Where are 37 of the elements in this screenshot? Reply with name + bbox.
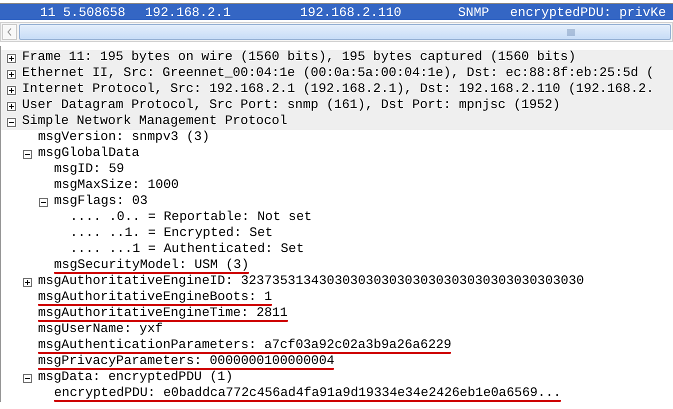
tree-item[interactable]: msgAuthoritativeEngineTime: 2811	[38, 306, 288, 322]
collapse-icon[interactable]	[23, 374, 32, 382]
tree-item[interactable]: msgAuthenticationParameters: a7cf03a92c02a3b9a26a6229	[38, 338, 452, 354]
tree-item[interactable]: msgFlags: 03	[54, 194, 148, 210]
packet-source: 192.168.2.1	[145, 4, 232, 20]
collapse-icon[interactable]	[7, 118, 16, 126]
packet-destination: 192.168.2.110	[300, 4, 402, 20]
tree-item[interactable]: .... ..1. = Encrypted: Set	[70, 226, 273, 242]
expand-icon[interactable]	[7, 102, 16, 110]
tree-item[interactable]: msgSecurityModel: USM (3)	[54, 258, 250, 274]
horizontal-scrollbar[interactable]	[0, 22, 673, 42]
grip-icon	[567, 28, 575, 36]
collapse-icon[interactable]	[39, 198, 48, 206]
tree-item[interactable]: .... ...1 = Authenticated: Set	[70, 242, 304, 258]
scroll-left-button[interactable]	[2, 24, 17, 40]
tree-item[interactable]: msgAuthoritativeEngineID: 32373531343030303030303030303030303030303030	[38, 274, 584, 290]
packet-time: 5.508658	[63, 4, 126, 20]
scrollbar-thumb[interactable]	[19, 24, 671, 40]
expand-icon[interactable]	[7, 70, 16, 78]
tree-item[interactable]: msgData: encryptedPDU (1)	[38, 370, 234, 386]
packet-info: encryptedPDU: privKe	[510, 4, 668, 20]
expand-icon[interactable]	[23, 278, 32, 286]
packet-row[interactable]: 11 5.508658 192.168.2.1 192.168.2.110 SNMP encryptedPDU: privKe	[0, 3, 673, 20]
tree-item[interactable]: .... .0.. = Reportable: Not set	[70, 210, 312, 226]
tree-item[interactable]: msgID: 59	[54, 162, 124, 178]
tree-item[interactable]: msgPrivacyParameters: 0000000100000004	[38, 354, 334, 370]
packet-protocol: SNMP	[458, 4, 490, 20]
expand-icon[interactable]	[7, 54, 16, 62]
collapse-icon[interactable]	[23, 150, 32, 158]
expand-icon[interactable]	[7, 86, 16, 94]
tree-item[interactable]: msgVersion: snmpv3 (3)	[38, 130, 210, 146]
tree-item[interactable]: msgMaxSize: 1000	[54, 178, 179, 194]
packet-number: 11	[40, 4, 57, 20]
tree-item[interactable]: encryptedPDU: e0baddca772c456ad4fa91a9d19334e34e2426eb1e0a6569...	[54, 386, 562, 402]
tree-item[interactable]: msgUserName: yxf	[38, 322, 163, 338]
tree-item[interactable]: msgAuthoritativeEngineBoots: 1	[38, 290, 272, 306]
tree-item[interactable]: msgGlobalData	[38, 146, 140, 162]
